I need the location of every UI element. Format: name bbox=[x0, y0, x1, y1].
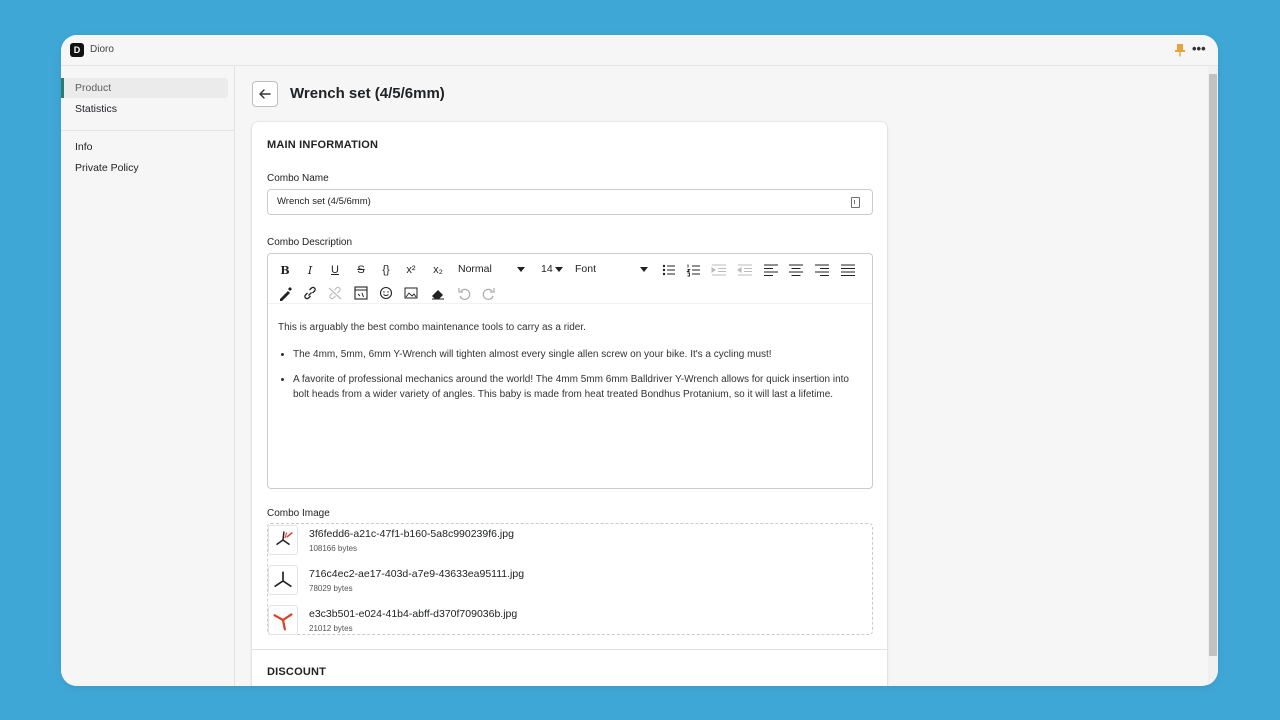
back-button[interactable] bbox=[252, 81, 278, 107]
bold-button[interactable]: B bbox=[275, 261, 295, 279]
chevron-down-icon bbox=[640, 267, 648, 272]
combo-image-label: Combo Image bbox=[267, 508, 330, 519]
sidebar-divider bbox=[61, 130, 235, 131]
sidebar: Product Statistics Info Private Policy bbox=[61, 66, 235, 686]
file-thumbnail bbox=[268, 565, 298, 595]
chevron-down-icon bbox=[555, 267, 563, 272]
subscript-button[interactable]: x₂ bbox=[428, 261, 448, 279]
font-family-value: Font bbox=[575, 263, 597, 275]
sidebar-item-private-policy[interactable]: Private Policy bbox=[61, 158, 228, 178]
discount-title: DISCOUNT bbox=[267, 666, 327, 678]
superscript-button[interactable]: x² bbox=[401, 261, 421, 279]
combo-description-label: Combo Description bbox=[267, 237, 353, 248]
combo-name-label: Combo Name bbox=[267, 173, 329, 184]
file-size: 78029 bytes bbox=[309, 584, 353, 593]
strikethrough-button[interactable]: S bbox=[351, 261, 371, 279]
italic-button[interactable]: I bbox=[300, 261, 320, 279]
indent-icon bbox=[711, 264, 726, 276]
embed-icon[interactable] bbox=[351, 284, 371, 302]
undo-icon bbox=[458, 288, 471, 300]
file-size: 108166 bytes bbox=[309, 544, 358, 553]
arrow-left-icon bbox=[259, 89, 271, 99]
page-title: Wrench set (4/5/6mm) bbox=[290, 85, 445, 102]
image-icon[interactable] bbox=[401, 284, 421, 302]
file-size: 21012 bytes bbox=[309, 624, 353, 633]
bullet-list-icon[interactable] bbox=[659, 261, 679, 279]
editor-content[interactable]: This is arguably the best combo maintena… bbox=[278, 321, 864, 413]
align-right-icon[interactable] bbox=[812, 261, 832, 279]
main-information-title: MAIN INFORMATION bbox=[267, 139, 379, 151]
sidebar-item-info[interactable]: Info bbox=[61, 137, 228, 157]
scrollbar[interactable] bbox=[1208, 66, 1218, 686]
combo-name-input[interactable]: Wrench set (4/5/6mm) bbox=[267, 189, 873, 215]
file-thumbnail bbox=[268, 605, 298, 635]
link-icon[interactable] bbox=[300, 284, 320, 302]
app-logo-icon: D bbox=[70, 43, 84, 57]
align-left-icon[interactable] bbox=[761, 261, 781, 279]
app-window: D Dioro ••• Product Statistics Info Priv… bbox=[61, 35, 1218, 686]
title-bar: D Dioro ••• bbox=[61, 35, 1218, 66]
redo-icon bbox=[482, 288, 495, 300]
block-type-value: Normal bbox=[458, 263, 492, 275]
chevron-down-icon bbox=[517, 267, 525, 272]
file-item[interactable]: 716c4ec2-ae17-403d-a7e9-43633ea95111.jpg… bbox=[268, 565, 872, 599]
main-information-card: MAIN INFORMATION Combo Name Wrench set (… bbox=[252, 122, 887, 686]
combo-name-value: Wrench set (4/5/6mm) bbox=[277, 196, 371, 207]
more-options-icon[interactable]: ••• bbox=[1192, 42, 1206, 55]
main-content: Wrench set (4/5/6mm) MAIN INFORMATION Co… bbox=[236, 66, 1206, 686]
underline-button[interactable]: U bbox=[325, 261, 345, 279]
block-type-select[interactable]: Normal bbox=[454, 260, 530, 279]
file-item[interactable]: e3c3b501-e024-41b4-abff-d370f709036b.jpg… bbox=[268, 605, 872, 639]
align-center-icon[interactable] bbox=[786, 261, 806, 279]
image-dropzone[interactable]: 3f6fedd6-a21c-47f1-b160-5a8c990239f6.jpg… bbox=[267, 523, 873, 635]
eraser-icon[interactable] bbox=[428, 284, 448, 302]
file-thumbnail bbox=[268, 525, 298, 555]
sidebar-item-statistics[interactable]: Statistics bbox=[61, 99, 228, 119]
editor-toolbar: B I U S {} x² x₂ Normal 14 Font bbox=[268, 254, 872, 304]
document-icon[interactable] bbox=[851, 197, 860, 208]
sidebar-item-product[interactable]: Product bbox=[61, 78, 228, 98]
align-justify-icon[interactable] bbox=[838, 261, 858, 279]
file-item[interactable]: 3f6fedd6-a21c-47f1-b160-5a8c990239f6.jpg… bbox=[268, 525, 872, 559]
scrollbar-thumb[interactable] bbox=[1209, 74, 1217, 656]
font-size-select[interactable]: 14 bbox=[537, 260, 565, 279]
numbered-list-icon[interactable] bbox=[684, 261, 704, 279]
description-bullet: A favorite of professional mechanics aro… bbox=[293, 373, 864, 402]
file-name: 3f6fedd6-a21c-47f1-b160-5a8c990239f6.jpg bbox=[309, 528, 514, 540]
outdent-icon bbox=[737, 264, 752, 276]
section-divider bbox=[252, 649, 887, 650]
pin-icon[interactable] bbox=[1174, 43, 1186, 57]
color-picker-icon[interactable] bbox=[275, 284, 295, 302]
font-family-select[interactable]: Font bbox=[571, 260, 653, 279]
unlink-icon bbox=[328, 286, 342, 300]
rich-text-editor[interactable]: B I U S {} x² x₂ Normal 14 Font This is … bbox=[267, 253, 873, 489]
file-name: e3c3b501-e024-41b4-abff-d370f709036b.jpg bbox=[309, 608, 518, 620]
code-button[interactable]: {} bbox=[376, 261, 396, 279]
app-title: Dioro bbox=[90, 44, 114, 55]
file-name: 716c4ec2-ae17-403d-a7e9-43633ea95111.jpg bbox=[309, 568, 525, 580]
description-bullet: The 4mm, 5mm, 6mm Y-Wrench will tighten … bbox=[293, 348, 864, 363]
emoji-icon[interactable] bbox=[376, 284, 396, 302]
font-size-value: 14 bbox=[541, 263, 553, 275]
description-bullet-list: The 4mm, 5mm, 6mm Y-Wrench will tighten … bbox=[278, 348, 864, 403]
description-paragraph: This is arguably the best combo maintena… bbox=[278, 322, 586, 333]
